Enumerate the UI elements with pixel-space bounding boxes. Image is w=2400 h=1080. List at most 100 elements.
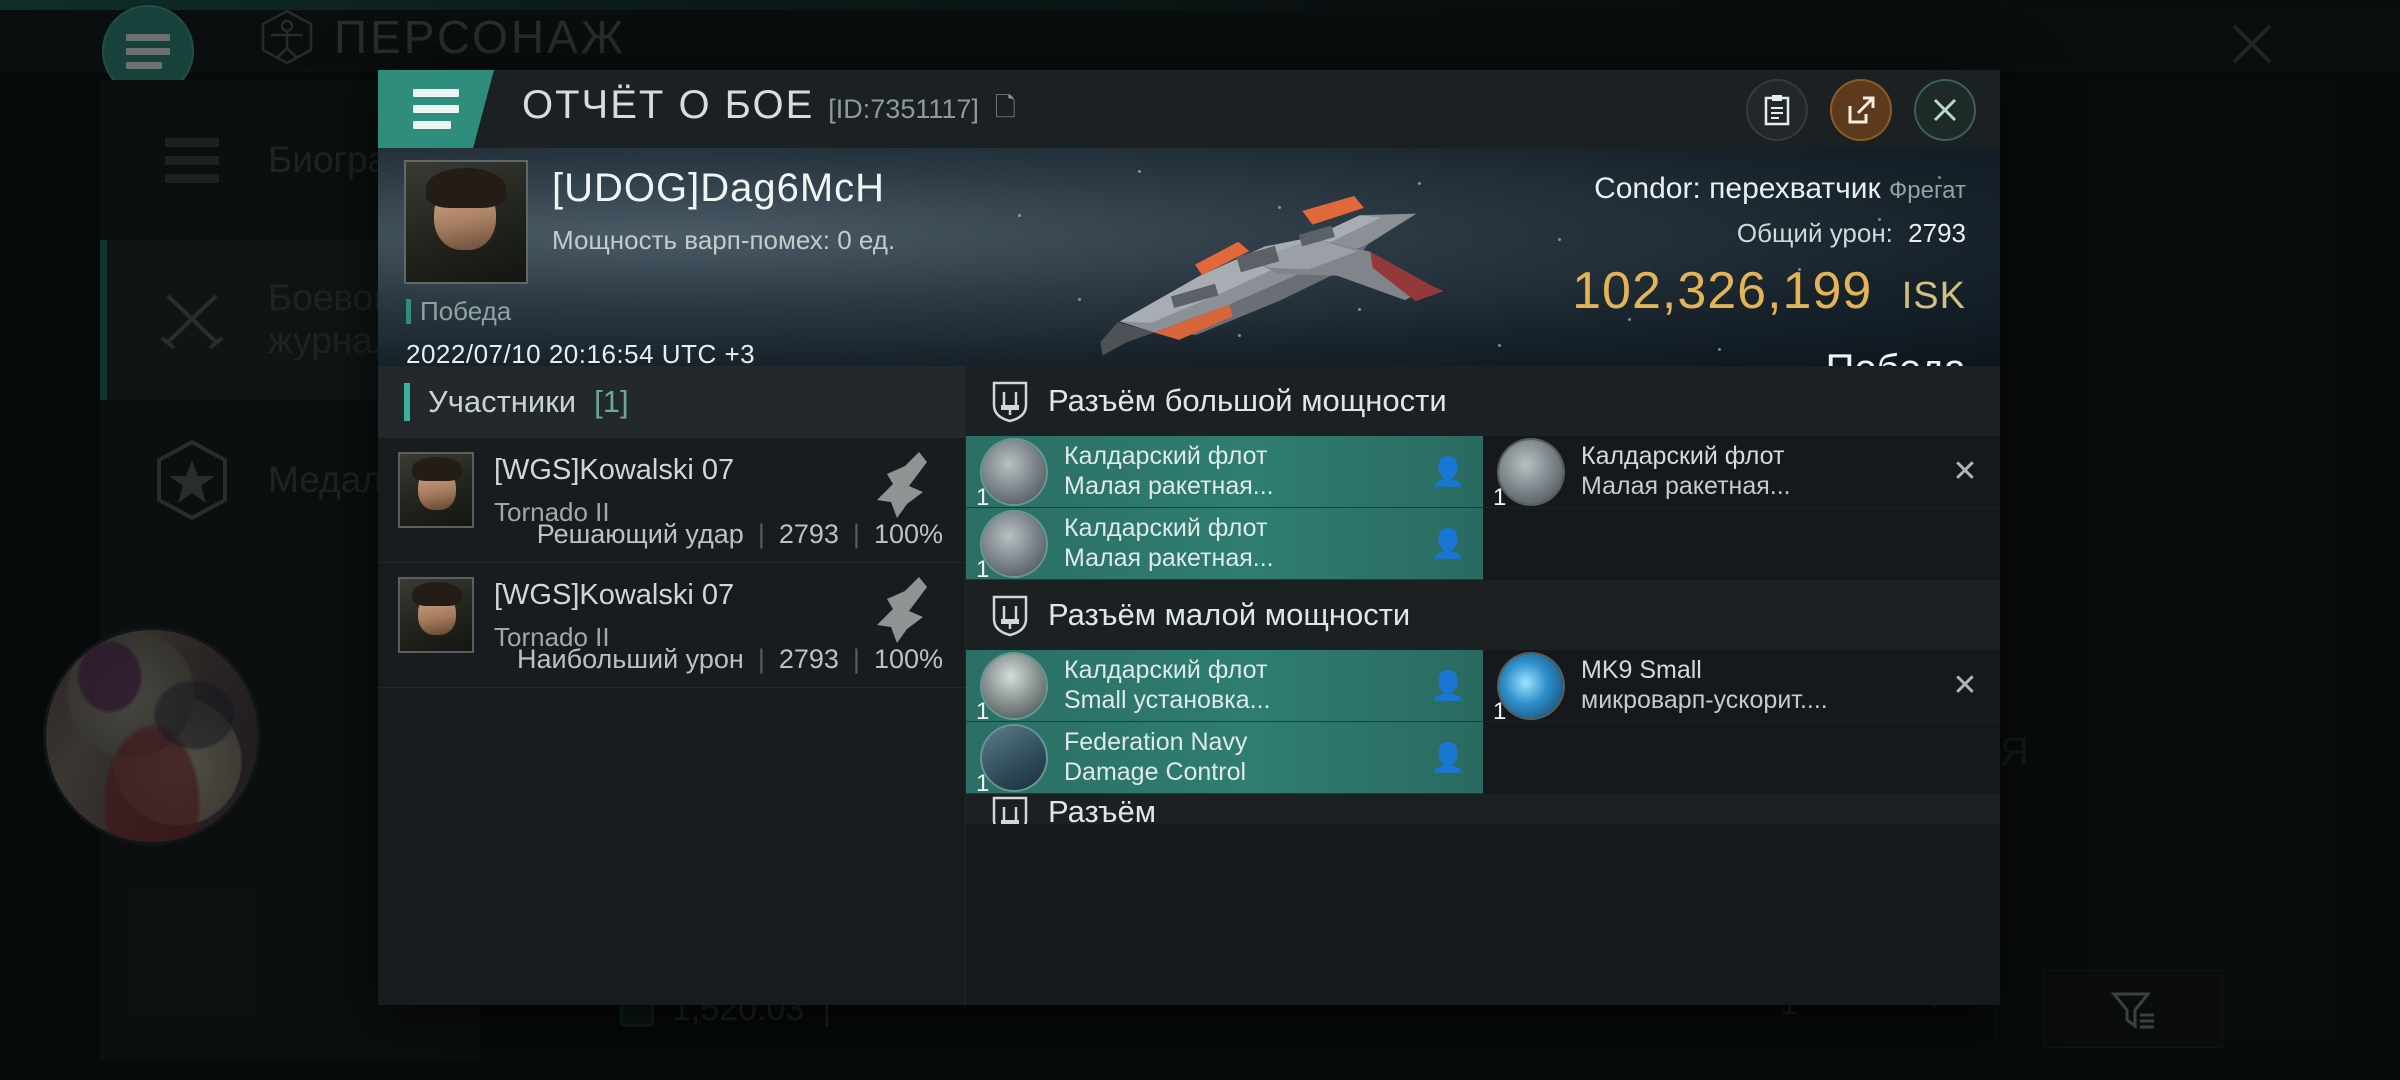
launcher-icon xyxy=(982,439,1046,504)
fitting-panel: Разъём большой мощности 1 Калдарский фло… xyxy=(966,366,2000,1005)
module-name-line1: Калдарский флот xyxy=(1581,442,1785,470)
ship-name: Condor: перехватчик xyxy=(1594,172,1881,205)
slot-column-right: 1 Калдарский флот Малая ракетная... ✕ xyxy=(1483,436,2000,580)
victim-warp-strength: Мощность варп-помех: 0 ед. xyxy=(552,225,896,255)
high-power-slot-header: Разъём большой мощности xyxy=(966,366,2000,436)
power-slot-icon xyxy=(992,381,1028,423)
battle-verdict: Победа xyxy=(1572,347,1966,366)
module-name-line2: Damage Control xyxy=(1064,757,1247,786)
list-item[interactable]: 1 Калдарский флот Малая ракетная... 👤 xyxy=(966,436,1483,511)
person-icon[interactable]: 👤 xyxy=(1431,741,1466,774)
participant-percent: 100% xyxy=(873,644,943,674)
person-icon[interactable]: 👤 xyxy=(1431,455,1466,488)
ship-render xyxy=(1100,196,1444,356)
participant-role: Решающий удар xyxy=(536,519,744,549)
module-name-line2: Малая ракетная... xyxy=(1064,471,1274,500)
participants-header: Участники [1] xyxy=(378,366,965,438)
module-quantity: 1 xyxy=(976,555,990,583)
module-name-line1: MK9 Small xyxy=(1581,656,1702,684)
dialog-title: ОТЧЁТ О БОЕ [ID:7351117] 🗋 xyxy=(522,83,1018,135)
close-button[interactable] xyxy=(1914,79,1976,141)
table-row[interactable]: [WGS]Kowalski 07 Tornado II Наибольший у… xyxy=(378,563,965,688)
list-item[interactable]: 1 Калдарский флот Small установка... 👤 xyxy=(966,650,1483,725)
participant-damage: 2793 xyxy=(778,519,839,549)
participants-panel: Участники [1] [WGS]Kowalski 07 Tornado I… xyxy=(378,366,966,1005)
launcher-icon xyxy=(982,511,1046,576)
close-icon xyxy=(1933,98,1957,122)
battle-report-hero: [UDOG]Dag6McH Мощность варп-помех: 0 ед.… xyxy=(378,148,2000,366)
stat-separator: | xyxy=(852,644,860,674)
isk-value-row: 102,326,199 ISK xyxy=(1572,261,1966,321)
slot-title: Разъём малой мощности xyxy=(1048,597,1411,632)
module-icon-wrap: 1 xyxy=(976,439,1046,511)
person-icon[interactable]: 👤 xyxy=(1431,669,1466,702)
participant-damage: 2793 xyxy=(778,644,839,674)
low-power-slot-grid: 1 Калдарский флот Small установка... 👤 1… xyxy=(966,650,2000,797)
dialog-action-buttons xyxy=(1746,79,1976,141)
next-slot-title: Разъём xyxy=(1048,794,1157,824)
participants-header-label: Участники xyxy=(428,384,577,419)
slot-column-right: 1 MK9 Small микроварп-ускорит.... ✕ xyxy=(1483,650,2000,794)
slot-title: Разъём большой мощности xyxy=(1048,383,1447,418)
module-name-line1: Калдарский флот xyxy=(1064,656,1268,684)
dialog-title-text: ОТЧЁТ О БОЕ xyxy=(522,83,815,127)
copy-icon[interactable]: 🗋 xyxy=(995,89,1018,133)
module-name-line2: Small установка... xyxy=(1064,685,1271,714)
module-icon-wrap: 1 xyxy=(1493,653,1563,725)
total-damage-label: Общий урон: xyxy=(1736,218,1893,248)
module-quantity: 1 xyxy=(976,769,990,797)
stat-separator: | xyxy=(757,644,765,674)
dialog-header: ОТЧЁТ О БОЕ [ID:7351117] 🗋 xyxy=(378,70,2000,148)
report-id: [ID:7351117] xyxy=(828,94,979,124)
isk-value: 102,326,199 xyxy=(1572,262,1873,320)
participants-count: [1] xyxy=(594,384,629,419)
ship-name-line: Condor: перехватчик Фрегат xyxy=(1572,172,1966,206)
table-row[interactable]: [WGS]Kowalski 07 Tornado II Решающий уда… xyxy=(378,438,965,563)
close-icon[interactable]: ✕ xyxy=(1952,668,1977,703)
kill-summary: Condor: перехватчик Фрегат Общий урон: 2… xyxy=(1572,172,1966,366)
empty-slot-row xyxy=(1483,722,2000,794)
external-link-icon xyxy=(1848,96,1875,124)
participant-percent: 100% xyxy=(873,519,943,549)
slot-column-left: 1 Калдарский флот Малая ракетная... 👤 1 … xyxy=(966,436,1483,583)
high-power-slot-grid: 1 Калдарский флот Малая ракетная... 👤 1 … xyxy=(966,436,2000,583)
empty-slot-row xyxy=(1483,508,2000,580)
module-name-line1: Калдарский флот xyxy=(1064,514,1268,542)
next-slot-header-partial: Разъём xyxy=(966,794,2000,824)
victim-summary: [UDOG]Dag6McH Мощность варп-помех: 0 ед. xyxy=(406,162,895,282)
total-damage-value: 2793 xyxy=(1908,218,1966,248)
power-slot-icon xyxy=(992,595,1028,637)
participant-stats: Решающий удар | 2793 | 100% xyxy=(537,519,943,550)
ship-silhouette-icon xyxy=(877,452,927,518)
ship-class: Фрегат xyxy=(1889,177,1966,204)
share-button[interactable] xyxy=(1830,79,1892,141)
hamburger-icon xyxy=(413,81,459,137)
module-icon-wrap: 1 xyxy=(976,725,1046,797)
microwarp-icon xyxy=(1499,653,1563,718)
participant-role: Наибольший урон xyxy=(517,644,744,674)
shield-extender-icon xyxy=(982,653,1046,718)
person-icon[interactable]: 👤 xyxy=(1431,527,1466,560)
module-icon-wrap: 1 xyxy=(976,653,1046,725)
battle-timestamp: 2022/07/10 20:16:54 UTC +3 xyxy=(406,339,756,366)
ship-silhouette-icon xyxy=(877,577,927,643)
total-damage: Общий урон: 2793 xyxy=(1572,218,1966,249)
victim-avatar xyxy=(406,162,526,282)
avatar xyxy=(400,454,472,526)
result-tag: Победа xyxy=(406,296,755,327)
module-icon-wrap: 1 xyxy=(976,511,1046,583)
clipboard-button[interactable] xyxy=(1746,79,1808,141)
participant-stats: Наибольший урон | 2793 | 100% xyxy=(517,644,943,675)
list-item[interactable]: 1 MK9 Small микроварп-ускорит.... ✕ xyxy=(1483,650,2000,725)
launcher-icon xyxy=(1499,439,1563,504)
avatar xyxy=(400,579,472,651)
isk-unit: ISK xyxy=(1901,275,1966,317)
stat-separator: | xyxy=(852,519,860,549)
list-item[interactable]: 1 Калдарский флот Малая ракетная... ✕ xyxy=(1483,436,2000,511)
close-icon[interactable]: ✕ xyxy=(1952,454,1977,489)
dialog-body: Участники [1] [WGS]Kowalski 07 Tornado I… xyxy=(378,366,2000,1005)
dialog-menu-button[interactable] xyxy=(378,70,494,148)
list-item[interactable]: 1 Калдарский флот Малая ракетная... 👤 xyxy=(966,508,1483,583)
list-item[interactable]: 1 Federation Navy Damage Control 👤 xyxy=(966,722,1483,797)
clipboard-icon xyxy=(1764,95,1790,126)
